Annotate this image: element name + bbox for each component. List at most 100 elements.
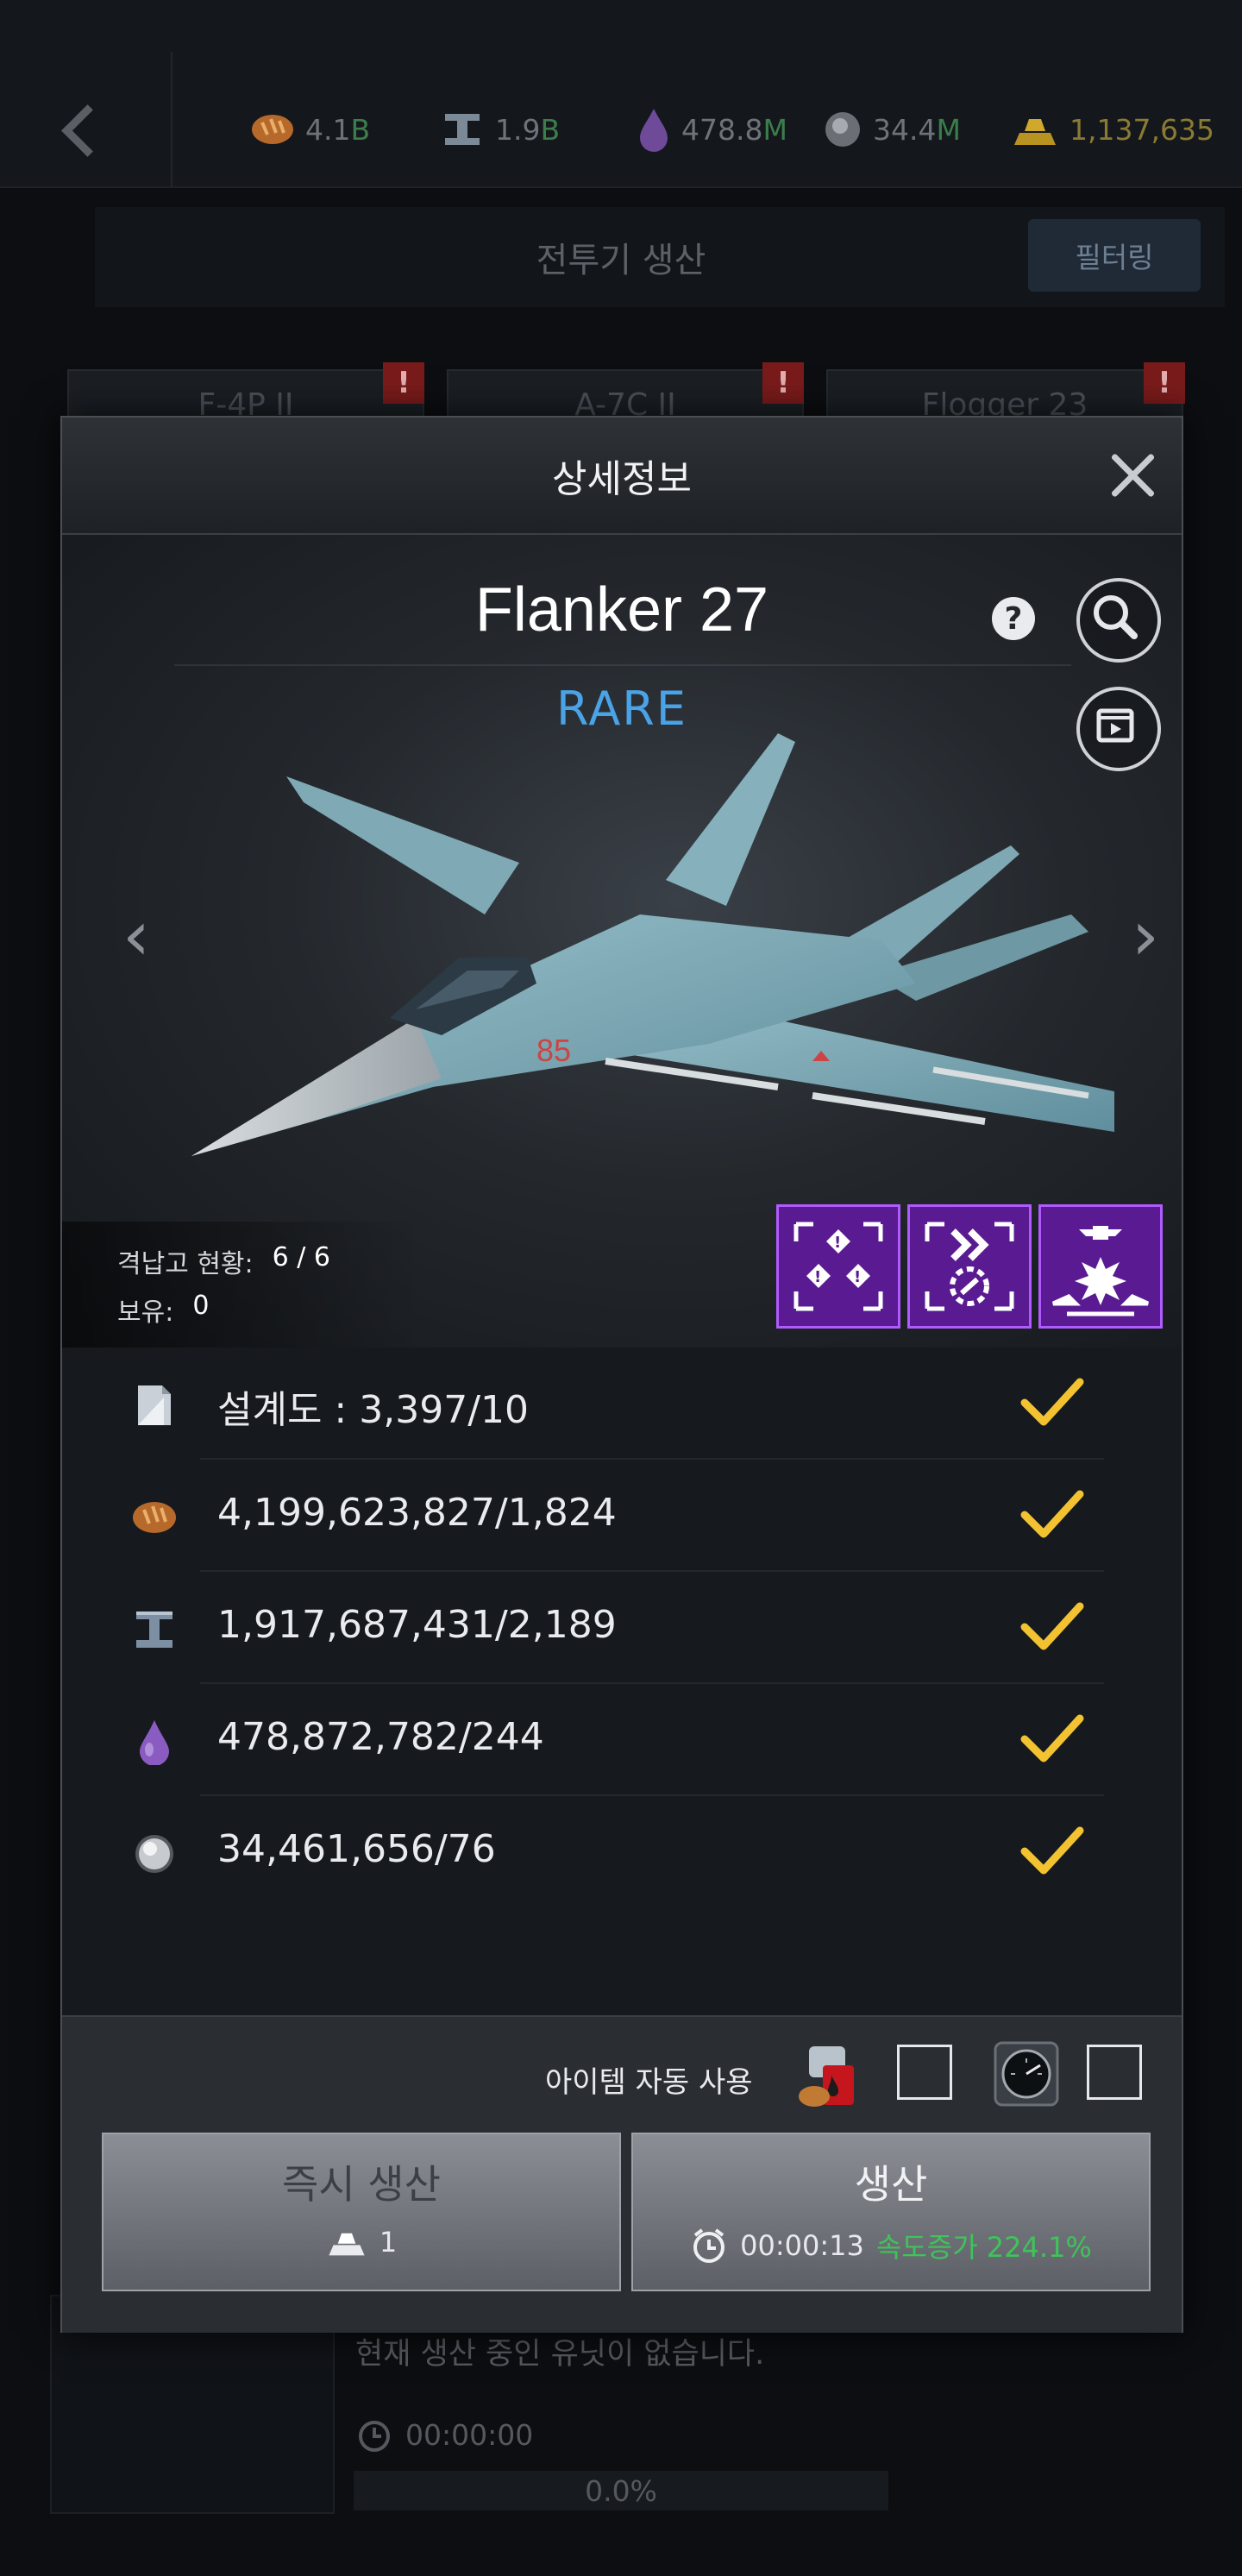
requirement-text: 4,199,623,827/1,824 bbox=[217, 1491, 617, 1535]
produce-time: 00:00:13 속도증가 224.1% bbox=[633, 2226, 1149, 2265]
resource-rare-metal: 34.4M bbox=[823, 105, 961, 154]
timer-value: 00:00:00 bbox=[405, 2417, 534, 2452]
requirements-list: 설계도 : 3,397/10 4,199,623,827/1,824 1,917… bbox=[62, 1348, 1182, 2012]
requirement-text: 34,461,656/76 bbox=[217, 1827, 496, 1871]
next-unit-arrow[interactable]: › bbox=[1120, 895, 1171, 976]
hangar-status-label: 격납고 현황: bbox=[117, 1249, 254, 1279]
requirement-row: 4,199,623,827/1,824 bbox=[62, 1460, 1182, 1572]
checkmark-icon bbox=[1020, 1826, 1084, 1875]
steel-icon bbox=[445, 114, 480, 145]
bread-icon bbox=[133, 1502, 176, 1533]
unit-detail-modal: 상세정보 Flanker 27 RARE ? ‹ › 85 격납고 현황: 6 … bbox=[60, 416, 1183, 2333]
help-icon[interactable]: ? bbox=[992, 597, 1035, 640]
resource-value: 478.8 bbox=[681, 112, 763, 147]
checkmark-icon bbox=[1020, 1602, 1084, 1650]
oil-icon bbox=[640, 109, 668, 152]
warning-skill-icon: ! ! ! bbox=[794, 1222, 883, 1311]
filter-button[interactable]: 필터링 bbox=[1028, 219, 1201, 292]
checkmark-icon bbox=[1020, 1714, 1084, 1762]
divider bbox=[174, 664, 1071, 666]
requirement-text: 설계도 : 3,397/10 bbox=[217, 1388, 530, 1432]
blueprint-icon bbox=[138, 1385, 171, 1425]
requirement-row: 478,872,782/244 bbox=[62, 1684, 1182, 1796]
svg-text:!: ! bbox=[814, 1268, 821, 1286]
resource-value: 34.4 bbox=[873, 112, 937, 147]
top-resource-bar: 4.1B 1.9B 478.8M 34.4M 1,137,635 bbox=[0, 0, 1242, 188]
zoom-button[interactable] bbox=[1076, 578, 1161, 663]
hangar-status: 격납고 현황: 6 / 6 bbox=[117, 1242, 330, 1280]
checkmark-icon bbox=[1020, 1378, 1084, 1426]
resource-steel: 1.9B bbox=[440, 105, 560, 154]
previous-unit-arrow[interactable]: ‹ bbox=[110, 895, 162, 976]
instant-production-button[interactable]: 즉시 생산 1 bbox=[102, 2133, 621, 2291]
supply-item-icon bbox=[799, 2046, 854, 2107]
requirement-row: 설계도 : 3,397/10 bbox=[62, 1348, 1182, 1460]
speed-bonus: 속도증가 224.1% bbox=[875, 2231, 1092, 2264]
svg-text:!: ! bbox=[854, 1268, 861, 1286]
resource-value: 4.1 bbox=[305, 112, 351, 147]
requirement-row: 34,461,656/76 bbox=[62, 1796, 1182, 1908]
instant-cost-value: 1 bbox=[379, 2226, 398, 2259]
unit-showcase: Flanker 27 RARE ? ‹ › 85 격납고 현황: 6 / 6 보… bbox=[62, 535, 1182, 1348]
modal-title: 상세정보 bbox=[552, 457, 692, 501]
divider bbox=[171, 52, 172, 186]
alert-icon: ! bbox=[762, 362, 804, 404]
progress-value: 0.0% bbox=[585, 2473, 657, 2508]
back-button[interactable] bbox=[34, 86, 138, 181]
requirement-text: 478,872,782/244 bbox=[217, 1715, 544, 1759]
hangar-status-value: 6 / 6 bbox=[272, 1242, 331, 1272]
gold-bars-icon bbox=[329, 2233, 365, 2256]
resource-unit: B bbox=[350, 112, 371, 147]
resource-value: 1.9 bbox=[495, 112, 541, 147]
steel-icon bbox=[136, 1612, 172, 1648]
produce-label: 생산 bbox=[854, 2161, 928, 2208]
rare-metal-icon bbox=[135, 1835, 173, 1873]
gauge-item-icon bbox=[994, 2041, 1059, 2107]
resource-oil: 478.8M bbox=[637, 105, 787, 154]
resource-value: 1,137,635 bbox=[1070, 112, 1214, 147]
empty-production-message: 현재 생산 중인 유닛이 없습니다. bbox=[355, 2337, 765, 2372]
auto-use-label: 아이템 자동 사용 bbox=[545, 2065, 753, 2100]
speed-link-skill-icon bbox=[925, 1222, 1014, 1311]
resource-food: 4.1B bbox=[250, 105, 370, 154]
requirement-row: 1,917,687,431/2,189 bbox=[62, 1572, 1182, 1684]
owned-count: 보유: 0 bbox=[117, 1291, 209, 1329]
resource-unit: M bbox=[762, 112, 787, 147]
air-strike-skill-icon bbox=[1051, 1226, 1150, 1316]
alert-icon: ! bbox=[1144, 362, 1185, 404]
resource-gold: 1,137,635 bbox=[1011, 105, 1214, 154]
auto-use-gauge-checkbox[interactable] bbox=[1087, 2045, 1142, 2100]
owned-value: 0 bbox=[192, 1291, 210, 1321]
alert-icon: ! bbox=[383, 362, 424, 404]
produce-time-value: 00:00:13 bbox=[740, 2229, 864, 2262]
skill-air-strike[interactable] bbox=[1038, 1204, 1163, 1329]
alarm-clock-icon bbox=[359, 2421, 390, 2452]
bread-icon bbox=[252, 115, 293, 144]
close-button[interactable] bbox=[1104, 447, 1161, 504]
skill-speed-link[interactable] bbox=[907, 1204, 1032, 1329]
resource-unit: M bbox=[936, 112, 961, 147]
gold-bars-icon bbox=[1014, 119, 1056, 145]
hangar-status-panel bbox=[62, 1222, 424, 1348]
checkmark-icon bbox=[1020, 1490, 1084, 1538]
magnifier-icon bbox=[1094, 595, 1138, 639]
alarm-clock-icon bbox=[693, 2228, 725, 2263]
produce-button[interactable]: 생산 00:00:13 속도증가 224.1% bbox=[631, 2133, 1151, 2291]
svg-text:85: 85 bbox=[536, 1033, 571, 1068]
instant-production-label: 즉시 생산 bbox=[282, 2161, 441, 2208]
skill-warning[interactable]: ! ! ! bbox=[776, 1204, 900, 1329]
rare-metal-icon bbox=[825, 112, 860, 147]
production-footer: 아이템 자동 사용 즉시 생산 1 생산 00:00:13 속도증가 224.1… bbox=[62, 2015, 1182, 2333]
fighter-jet-image: 85 bbox=[191, 733, 1114, 1156]
production-timer: 00:00:00 bbox=[355, 2416, 533, 2453]
screen-header: 전투기 생산 필터링 bbox=[95, 207, 1225, 307]
oil-icon bbox=[140, 1720, 169, 1765]
owned-label: 보유: bbox=[117, 1297, 174, 1328]
auto-use-supply-checkbox[interactable] bbox=[897, 2045, 952, 2100]
production-progress-bar: 0.0% bbox=[354, 2471, 888, 2510]
instant-cost: 1 bbox=[104, 2226, 619, 2259]
modal-header: 상세정보 bbox=[62, 418, 1182, 535]
svg-text:!: ! bbox=[834, 1234, 841, 1252]
requirement-text: 1,917,687,431/2,189 bbox=[217, 1603, 617, 1647]
resource-unit: B bbox=[540, 112, 561, 147]
